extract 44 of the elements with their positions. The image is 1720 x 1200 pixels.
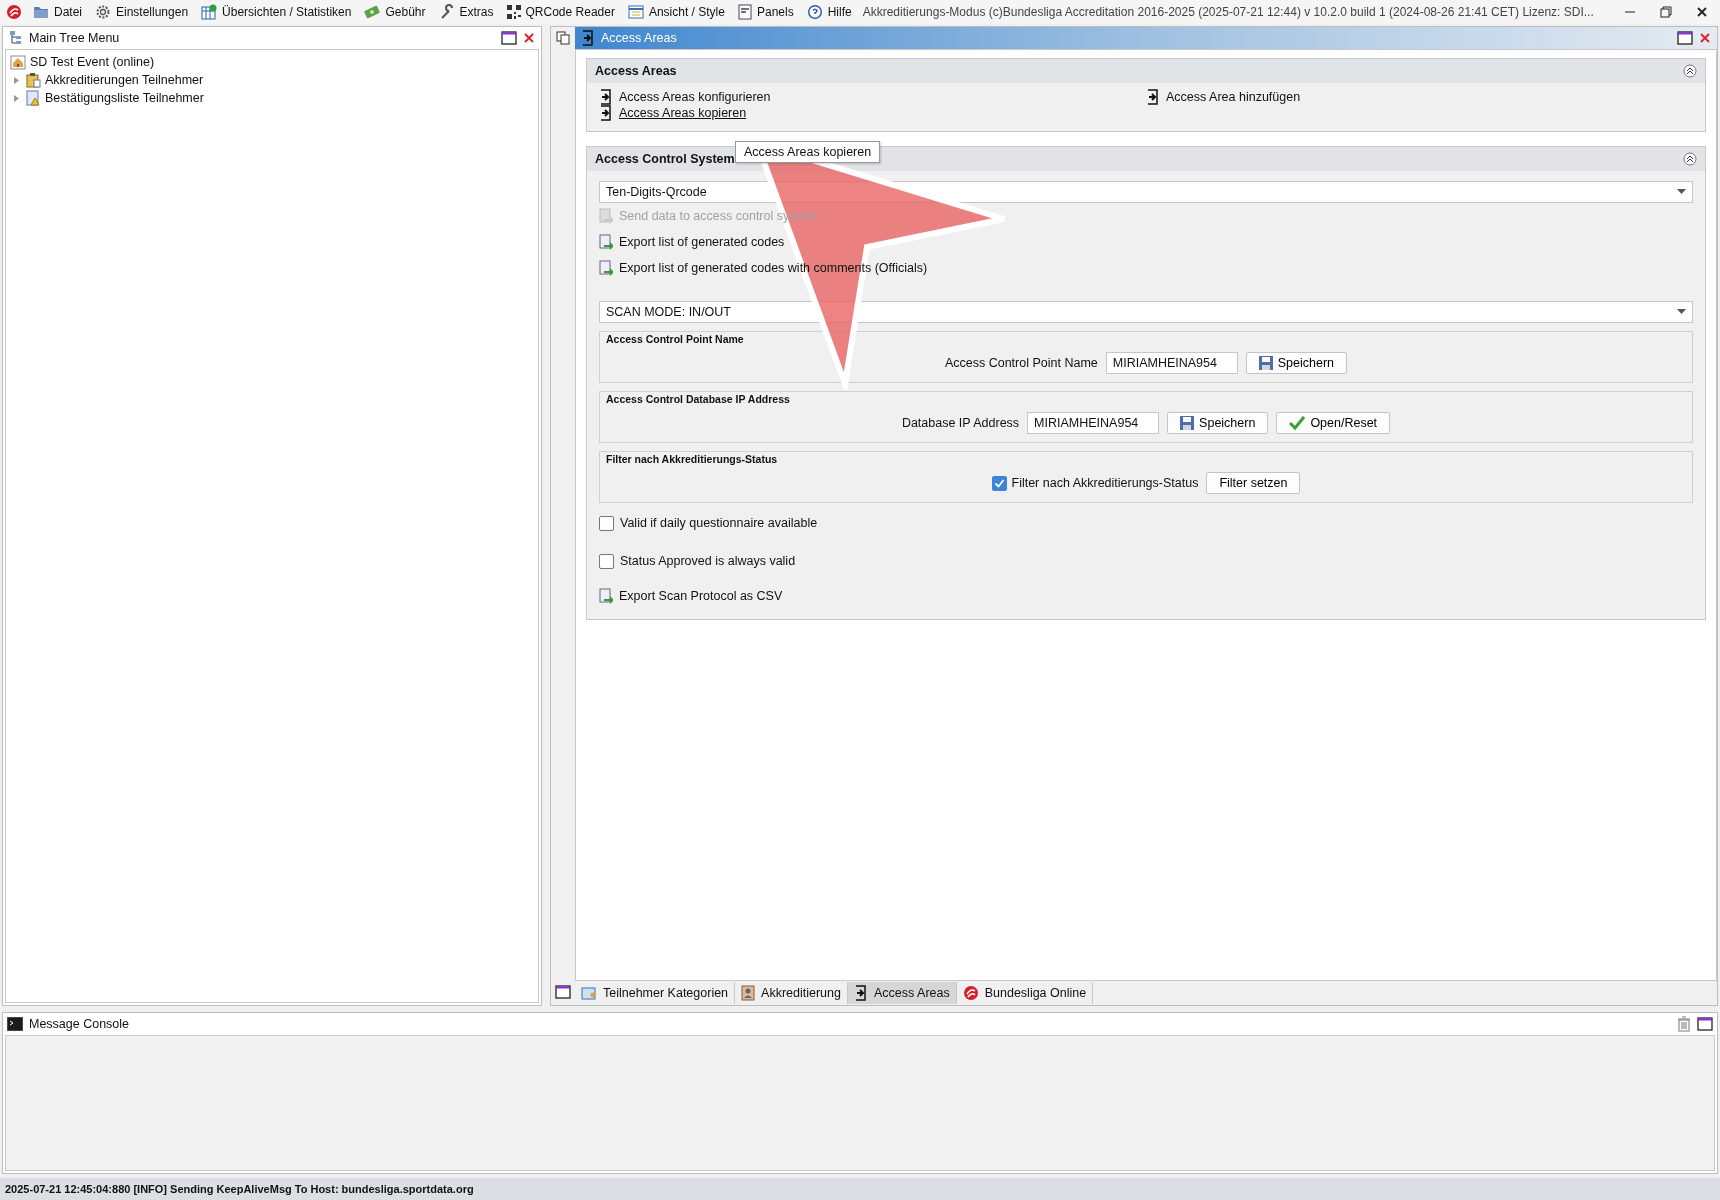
- menu-item[interactable]: Panels: [756, 5, 794, 19]
- button[interactable]: Filter setzen: [1206, 472, 1301, 494]
- field-label: Access Control Point Name: [944, 356, 1098, 370]
- button[interactable]: Open/Reset: [1276, 412, 1391, 434]
- tab[interactable]: Bundesliga Online: [956, 982, 1094, 1004]
- tree-item[interactable]: Akkreditierungen Teilnehmer: [45, 73, 204, 87]
- group-title: Access Control Point Name: [604, 333, 746, 345]
- panel-title: Message Console: [29, 1017, 131, 1031]
- tab[interactable]: Akkreditierung: [735, 982, 848, 1004]
- input-field[interactable]: MIRIAMHEINA954: [1027, 412, 1160, 434]
- menu-item[interactable]: Übersichten / Statistiken: [222, 5, 352, 19]
- menu-item[interactable]: Ansicht / Style: [648, 5, 725, 19]
- section-title: Access Areas: [595, 64, 677, 78]
- status-bar: 2025-07-21 12:45:04:880 [INFO] Sending KeepAliveMsg To Host: bundesliga.sportdata.org: [0, 1178, 1720, 1200]
- section-title: Access Control System: [595, 152, 735, 166]
- menu-item[interactable]: Gebühr: [385, 5, 426, 19]
- action-link[interactable]: Export Scan Protocol as CSV: [619, 589, 783, 603]
- tree-item[interactable]: Bestätigungsliste Teilnehmer: [45, 91, 204, 105]
- window-title: Akkreditierungs-Modus (c)Bundesliga Accreditation 2016-2025 (2025-07-21 12:44) v 10.2.0 build 1 (2024-08-26 21:41 CET) Lizenz: SDI...: [862, 5, 1595, 19]
- input-field[interactable]: MIRIAMHEINA954: [1105, 352, 1238, 374]
- group-title: Access Control Database IP Address: [604, 393, 792, 405]
- link[interactable]: Access Areas konfigurieren: [619, 90, 771, 104]
- tree-item[interactable]: SD Test Event (online): [30, 55, 155, 69]
- menu-item[interactable]: Einstellungen: [116, 5, 189, 19]
- checkbox-label: Status Approved is always valid: [620, 554, 796, 568]
- tab[interactable]: Teilnehmer Kategorien: [575, 982, 736, 1004]
- menu-item[interactable]: QRCode Reader: [525, 5, 615, 19]
- group-title: Filter nach Akkreditierungs-Status: [604, 453, 780, 465]
- dropdown[interactable]: SCAN MODE: IN/OUT: [599, 301, 1693, 323]
- checkbox-label: Filter nach Akkreditierungs-Status: [1011, 476, 1199, 490]
- panel-title: Main Tree Menu: [29, 31, 121, 45]
- link[interactable]: Access Area hinzufügen: [1166, 90, 1301, 104]
- checkbox-label: Valid if daily questionnaire available: [620, 516, 818, 530]
- action-link[interactable]: Export list of generated codes: [619, 235, 785, 249]
- tab[interactable]: Access Areas: [848, 982, 957, 1004]
- menu-item[interactable]: Datei: [54, 5, 82, 19]
- menu-item[interactable]: Hilfe: [827, 5, 852, 19]
- button[interactable]: Speichern: [1167, 412, 1269, 434]
- menu-item[interactable]: Extras: [459, 5, 494, 19]
- tooltip: Access Areas kopieren: [735, 141, 881, 163]
- link[interactable]: Access Areas kopieren: [619, 106, 747, 120]
- field-label: Database IP Address: [901, 416, 1020, 430]
- button[interactable]: Speichern: [1245, 352, 1348, 374]
- panel-title: Access Areas: [601, 31, 678, 45]
